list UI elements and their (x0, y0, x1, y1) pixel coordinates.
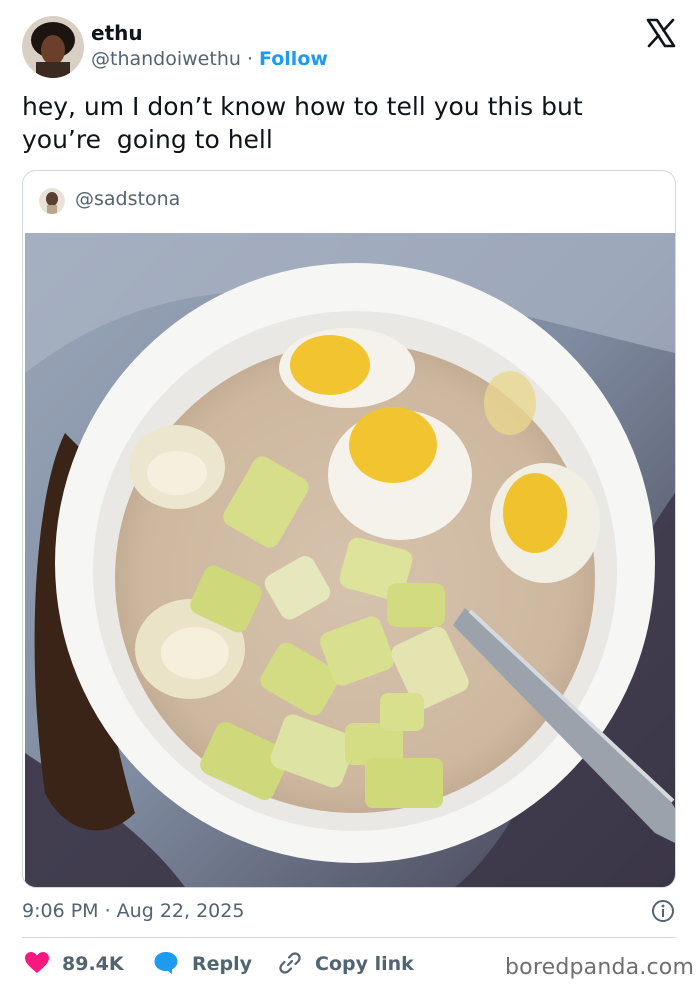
watermark: boredpanda.com (505, 955, 695, 980)
quoted-avatar[interactable] (39, 188, 65, 214)
reply-bubble-icon (153, 951, 179, 980)
reply-button[interactable] (153, 951, 179, 979)
copy-link-button[interactable] (278, 951, 302, 979)
heart-icon (24, 951, 50, 980)
quoted-photo[interactable] (25, 233, 675, 887)
author-name[interactable]: ethu (91, 21, 143, 45)
quoted-handle[interactable]: @sadstona (75, 188, 180, 210)
copy-link-label[interactable]: Copy link (315, 953, 414, 975)
info-icon[interactable] (651, 899, 675, 923)
follow-button[interactable]: Follow (259, 48, 328, 70)
tweet-text: hey, um I don’t know how to tell you thi… (22, 92, 583, 154)
like-count[interactable]: 89.4K (62, 953, 124, 975)
author-handle-line: @thandoiwethu · Follow (91, 48, 328, 70)
tweet-timestamp[interactable]: 9:06 PM · Aug 22, 2025 (22, 900, 244, 922)
like-button[interactable] (24, 951, 50, 979)
author-handle[interactable]: @thandoiwethu (91, 48, 241, 70)
quoted-tweet-card[interactable]: @sadstona (22, 170, 676, 888)
x-logo-icon[interactable] (646, 18, 676, 48)
link-icon (278, 951, 302, 980)
divider (22, 937, 676, 938)
handle-separator: · (240, 48, 260, 70)
reply-label[interactable]: Reply (192, 953, 252, 975)
author-avatar[interactable] (22, 16, 84, 78)
